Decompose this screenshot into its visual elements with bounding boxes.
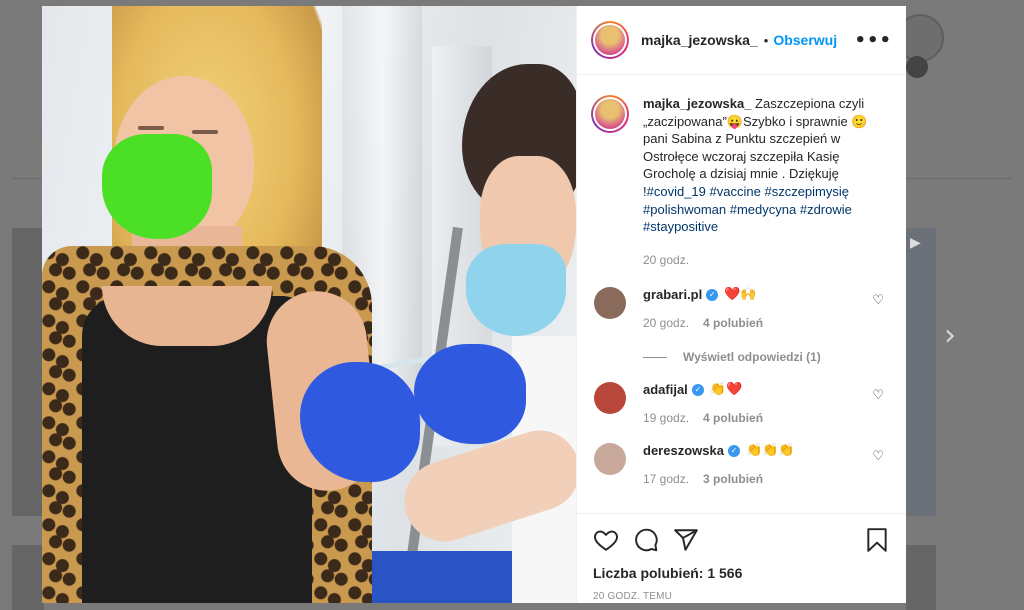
avatar[interactable] [594, 382, 626, 415]
view-replies-button[interactable]: Wyświetl odpowiedzi (1) [643, 350, 890, 364]
view-replies-label: Wyświetl odpowiedzi (1) [683, 350, 821, 365]
heart-outline-icon[interactable]: ♡ [872, 293, 884, 308]
post-modal: majka_jezowska_ • Obserwuj ••• majka_jez… [42, 6, 906, 603]
background-tile [12, 545, 44, 610]
avatar[interactable] [594, 287, 626, 320]
header-username[interactable]: majka_jezowska_ [641, 32, 758, 48]
heart-outline-icon[interactable]: ♡ [872, 388, 884, 403]
comment-time[interactable]: 19 godz. [643, 411, 689, 425]
comment-username[interactable]: dereszowska [643, 443, 724, 458]
comment-likes[interactable]: 4 polubień [703, 316, 763, 330]
caption-time[interactable]: 20 godz. [643, 252, 890, 270]
comment-username[interactable]: adafijal [643, 382, 688, 397]
heart-icon[interactable] [593, 527, 619, 553]
likes-count[interactable]: Liczba polubień: 1 566 [593, 565, 890, 581]
comment-text: ❤️🙌 [724, 287, 757, 303]
post-photo[interactable] [42, 6, 576, 603]
post-side-panel: majka_jezowska_ • Obserwuj ••• majka_jez… [576, 6, 906, 603]
photo-green-mask [102, 134, 212, 239]
background-gear-icon [906, 56, 928, 78]
background-tile [906, 228, 936, 516]
comment-likes[interactable]: 4 polubień [703, 411, 763, 425]
comment-likes[interactable]: 3 polubień [703, 472, 763, 486]
verified-badge-icon: ✓ [727, 444, 740, 457]
comment-meta: 20 godz. 4 polubień [643, 316, 890, 330]
share-icon[interactable] [673, 527, 699, 553]
photo-eye [138, 126, 164, 130]
background-tile [906, 545, 936, 610]
photo-glove [414, 344, 526, 444]
photo-eye [192, 130, 218, 134]
comment-icon[interactable] [633, 527, 659, 553]
caption-body: majka_jezowska_ Zaszczepiona czyli „zacz… [643, 95, 890, 269]
comment-time[interactable]: 20 godz. [643, 316, 689, 330]
avatar[interactable] [594, 443, 626, 476]
heart-outline-icon[interactable]: ♡ [872, 449, 884, 464]
avatar[interactable] [591, 95, 629, 133]
follow-button[interactable]: Obserwuj [773, 32, 837, 48]
comment-meta: 17 godz. 3 polubień [643, 472, 890, 486]
separator-dot: • [763, 32, 769, 48]
comment-time[interactable]: 17 godz. [643, 472, 689, 486]
hashtag-link[interactable]: #covid_19 [647, 184, 706, 199]
replies-line [643, 356, 667, 358]
comment-username[interactable]: grabari.pl [643, 287, 702, 302]
post-timestamp[interactable]: 20 GODZ. TEMU [593, 591, 890, 602]
hashtag-link[interactable]: #szczepimysię [764, 184, 849, 199]
verified-badge-icon: ✓ [691, 383, 704, 396]
comment-text: 👏👏👏 [745, 443, 795, 459]
comment-item: dereszowska ✓ 👏👏👏 17 godz. 3 polubień ♡ [591, 443, 890, 486]
bookmark-icon[interactable] [864, 527, 890, 553]
hashtag-link[interactable]: #staypositive [643, 219, 718, 234]
comment-text: 👏❤️ [709, 382, 743, 398]
comment-item: adafijal ✓ 👏❤️ 19 godz. 4 polubień ♡ [591, 382, 890, 425]
comment-meta: 19 godz. 4 polubień [643, 411, 890, 425]
caption: majka_jezowska_ Zaszczepiona czyli „zacz… [591, 95, 890, 269]
background-tile [12, 228, 44, 516]
verified-badge-icon: ✓ [706, 288, 719, 301]
caption-username[interactable]: majka_jezowska_ [643, 96, 751, 111]
play-icon: ▶ [910, 234, 921, 250]
hashtag-link[interactable]: #polishwoman [643, 202, 726, 217]
hashtag-link[interactable]: #medycyna [730, 202, 796, 217]
photo-blue-mask [466, 244, 566, 336]
chevron-right-icon[interactable]: › [944, 318, 956, 353]
avatar[interactable] [591, 21, 629, 59]
action-bar: Liczba polubień: 1 566 20 GODZ. TEMU [577, 513, 906, 603]
hashtag-link[interactable]: #vaccine [710, 184, 761, 199]
comments-list[interactable]: majka_jezowska_ Zaszczepiona czyli „zacz… [577, 75, 906, 513]
post-header: majka_jezowska_ • Obserwuj ••• [577, 6, 906, 75]
comment-item: grabari.pl ✓ ❤️🙌 20 godz. 4 polubień ♡ [591, 287, 890, 330]
hashtag-link[interactable]: #zdrowie [800, 202, 852, 217]
more-options-icon[interactable]: ••• [854, 30, 892, 51]
